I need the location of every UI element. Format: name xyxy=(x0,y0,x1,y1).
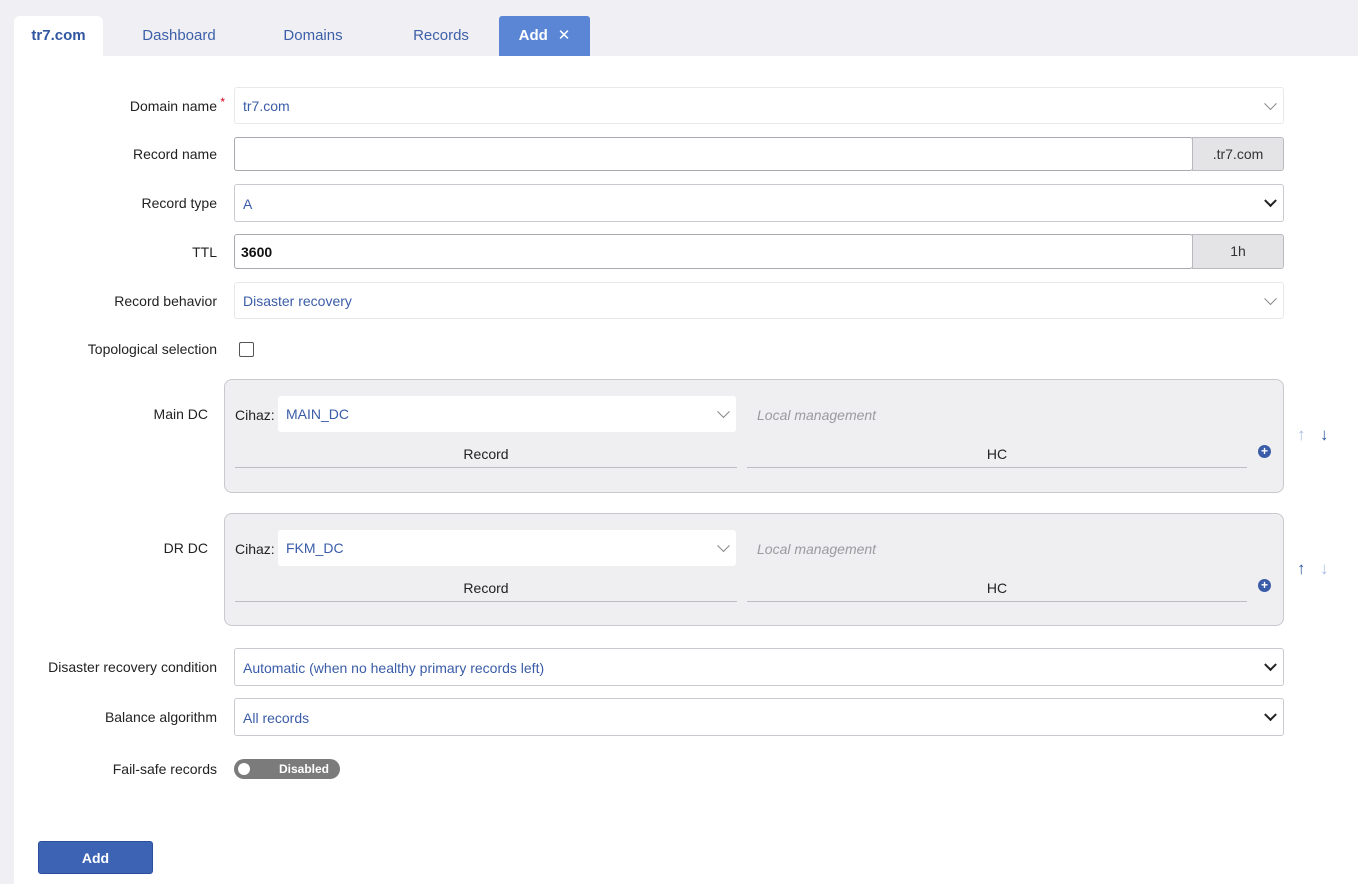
toggle-knob xyxy=(238,763,250,775)
tab-domain[interactable]: tr7.com xyxy=(14,16,103,56)
local-management-text: Local management xyxy=(757,541,877,557)
chevron-down-icon xyxy=(1264,708,1277,722)
record-column-header: Record xyxy=(235,580,737,602)
move-down-arrow-icon[interactable]: ↓ xyxy=(1320,425,1329,445)
ttl-label: TTL xyxy=(192,244,217,260)
tab-domains[interactable]: Domains xyxy=(269,16,357,56)
record-behavior-select[interactable]: Disaster recovery xyxy=(234,282,1284,319)
close-icon[interactable]: ✕ xyxy=(558,27,571,44)
form-panel: Domain name * tr7.com Record name .tr7.co… xyxy=(14,56,1358,884)
record-type-select[interactable]: A xyxy=(234,184,1284,222)
add-button[interactable]: Add xyxy=(38,841,153,874)
record-name-input[interactable] xyxy=(234,137,1193,171)
main-dc-box: Cihaz: MAIN_DC Local management Record H… xyxy=(224,379,1284,493)
record-column-header: Record xyxy=(235,446,737,468)
device-value: FKM_DC xyxy=(286,540,344,556)
move-down-arrow-icon[interactable]: ↓ xyxy=(1320,559,1329,579)
hc-column-header: HC xyxy=(747,580,1247,602)
dr-condition-value: Automatic (when no healthy primary recor… xyxy=(243,660,545,676)
chevron-down-icon xyxy=(1264,658,1277,672)
record-behavior-label: Record behavior xyxy=(114,293,217,309)
tab-dashboard[interactable]: Dashboard xyxy=(129,16,229,56)
domain-name-value: tr7.com xyxy=(243,98,290,114)
ttl-suffix: 1h xyxy=(1192,234,1284,269)
required-mark: * xyxy=(220,95,225,109)
chevron-down-icon xyxy=(1264,96,1277,110)
dr-dc-label: DR DC xyxy=(163,540,208,556)
dr-dc-box: Cihaz: FKM_DC Local management Record HC… xyxy=(224,513,1284,626)
chevron-down-icon xyxy=(717,539,730,553)
record-type-value: A xyxy=(243,196,253,212)
main-dc-label: Main DC xyxy=(153,406,208,422)
add-record-icon[interactable]: + xyxy=(1258,579,1271,592)
main-dc-device-select[interactable]: MAIN_DC xyxy=(278,396,736,432)
record-type-label: Record type xyxy=(141,195,217,211)
dr-condition-label: Disaster recovery condition xyxy=(48,659,217,675)
balance-algorithm-value: All records xyxy=(243,710,310,726)
tab-add[interactable]: Add ✕ xyxy=(499,16,590,56)
local-management-text: Local management xyxy=(757,407,877,423)
domain-name-select[interactable]: tr7.com xyxy=(234,87,1284,124)
dr-dc-device-select[interactable]: FKM_DC xyxy=(278,530,736,566)
dr-condition-select[interactable]: Automatic (when no healthy primary recor… xyxy=(234,648,1284,686)
hc-column-header: HC xyxy=(747,446,1247,468)
domain-name-label: Domain name * xyxy=(129,95,225,114)
device-value: MAIN_DC xyxy=(286,406,350,422)
ttl-input[interactable] xyxy=(234,234,1193,269)
record-name-suffix: .tr7.com xyxy=(1192,137,1284,171)
fail-safe-label: Fail-safe records xyxy=(112,761,217,777)
move-up-arrow-icon[interactable]: ↑ xyxy=(1297,559,1306,579)
tab-add-label: Add xyxy=(518,27,548,44)
device-label: Cihaz: xyxy=(235,541,275,557)
balance-algorithm-select[interactable]: All records xyxy=(234,698,1284,736)
fail-safe-toggle[interactable]: Disabled xyxy=(234,759,340,779)
chevron-down-icon xyxy=(1264,291,1277,305)
tab-records[interactable]: Records xyxy=(397,16,485,56)
move-up-arrow-icon[interactable]: ↑ xyxy=(1297,425,1306,445)
record-name-label: Record name xyxy=(132,146,217,162)
record-behavior-value: Disaster recovery xyxy=(243,293,352,309)
domain-name-label-text: Domain name xyxy=(129,98,217,114)
device-label: Cihaz: xyxy=(235,407,275,423)
topological-selection-checkbox[interactable] xyxy=(239,342,254,357)
chevron-down-icon xyxy=(1264,194,1277,208)
toggle-state-text: Disabled xyxy=(279,762,330,776)
chevron-down-icon xyxy=(717,405,730,419)
balance-algorithm-label: Balance algorithm xyxy=(104,709,217,725)
topological-selection-label: Topological selection xyxy=(87,341,217,357)
add-record-icon[interactable]: + xyxy=(1258,445,1271,458)
